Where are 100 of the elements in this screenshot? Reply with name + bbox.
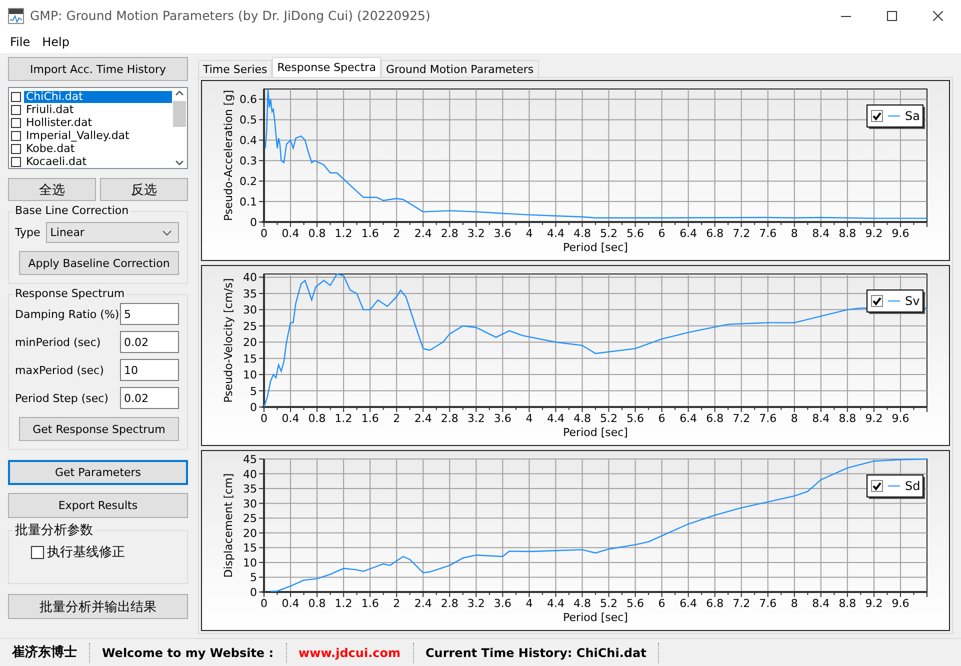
axis-tick-label: 0.1	[240, 196, 257, 209]
menu-item[interactable]: Help	[36, 35, 76, 49]
checkbox[interactable]	[11, 104, 21, 114]
spectrum-button[interactable]: Get Response Spectrum	[19, 417, 179, 441]
checkbox[interactable]	[31, 546, 44, 558]
axis-title: Period [sec]	[563, 611, 628, 624]
maximize-icon[interactable]	[887, 10, 897, 20]
checkbox[interactable]	[11, 156, 21, 166]
checkbox[interactable]	[871, 295, 883, 307]
axis-tick-label: 0	[250, 586, 257, 599]
axis-tick-label: 4	[526, 597, 533, 610]
checkbox[interactable]	[11, 144, 21, 154]
axis-tick-label: 4.4	[546, 412, 564, 425]
axis-tick-label: 4.4	[546, 227, 564, 240]
select-all-button[interactable]: 全选	[8, 178, 96, 201]
axis-tick-label: 1.6	[361, 412, 379, 425]
axis-tick-label: 7.2	[732, 597, 750, 610]
batch-button[interactable]: 批量分析并输出结果	[8, 594, 188, 619]
type-dropdown[interactable]: Linear	[46, 222, 179, 243]
invert-selection-button[interactable]: 反选	[100, 178, 188, 201]
input-field[interactable]: 10	[120, 359, 179, 381]
menu-item[interactable]: File	[4, 35, 36, 49]
axis-tick-label: 2	[393, 227, 400, 240]
legend-label: Sv	[905, 294, 920, 308]
axis-tick-label: 0.4	[282, 412, 300, 425]
axis-tick-label: 5	[250, 571, 257, 584]
tab[interactable]: Ground Motion Parameters	[380, 60, 539, 77]
export-button[interactable]: Export Results	[8, 493, 188, 518]
import-button[interactable]: Import Acc. Time History	[8, 57, 188, 81]
group-title: 批量分析参数	[13, 521, 95, 539]
axis-tick-label: 5	[250, 384, 257, 398]
axis-tick-label: 10	[243, 556, 257, 570]
list-item[interactable]: Kobe.dat	[24, 142, 77, 154]
parameters-button[interactable]: Get Parameters	[8, 460, 188, 485]
list-item[interactable]: Hollister.dat	[24, 116, 94, 128]
app-icon	[8, 8, 24, 24]
axis-tick-label: 25	[243, 320, 257, 333]
close-icon[interactable]	[933, 10, 943, 20]
list-item[interactable]: Friuli.dat	[24, 104, 76, 116]
checkbox[interactable]	[11, 130, 21, 140]
axis-tick-label: 2.8	[440, 597, 458, 610]
legend-label: Sd	[905, 479, 920, 493]
axis-tick-label: 2.4	[414, 412, 432, 425]
axis-tick-label: 8.8	[838, 227, 856, 240]
axis-tick-label: 9.6	[892, 597, 910, 610]
list-item[interactable]: ChiChi.dat	[24, 90, 172, 102]
axis-tick-label: 3.2	[467, 412, 485, 425]
axis-tick-label: 30	[243, 304, 257, 317]
file-list[interactable]: ChiChi.dat Friuli.dat Hollister.dat Imperial_Valley.dat Kobe.dat Kocaeli.dat	[8, 87, 188, 169]
axis-title: Period [sec]	[563, 241, 628, 254]
axis-tick-label: 5.2	[600, 227, 618, 240]
window-title: GMP: Ground Motion Parameters (by Dr. JiDong Cui) (20220925)	[30, 8, 432, 23]
caret-icon	[162, 230, 172, 236]
axis-tick-label: 7.2	[732, 412, 750, 425]
checkbox[interactable]	[871, 110, 883, 122]
axis-title: Pseudo-Velocity [cm/s]	[222, 278, 235, 403]
axis-tick-label: 40	[243, 468, 257, 481]
axis-tick-label: 2.8	[440, 412, 458, 425]
axis-tick-label: 2	[393, 597, 400, 610]
scroll-up-icon[interactable]	[175, 90, 184, 96]
axis-tick-label: 25	[243, 512, 257, 526]
group-title: Base Line Correction	[13, 204, 131, 217]
list-item[interactable]: Imperial_Valley.dat	[24, 130, 132, 142]
axis-tick-label: 4	[526, 227, 533, 240]
axis-tick-label: 1.6	[361, 597, 379, 610]
tab[interactable]: Time Series	[198, 60, 272, 77]
axis-tick-label: 6.8	[706, 597, 724, 610]
axis-tick-label: 3.6	[494, 227, 512, 240]
checkbox[interactable]	[11, 92, 21, 102]
axis-tick-label: 0	[250, 216, 257, 229]
axis-tick-label: 6.4	[680, 597, 698, 610]
scrollbar-thumb[interactable]	[173, 101, 186, 127]
axis-tick-label: 4	[526, 412, 533, 425]
input-field[interactable]: 5	[120, 303, 179, 325]
axis-tick-label: 1.2	[334, 597, 352, 610]
checkbox[interactable]	[11, 118, 21, 128]
apply-button[interactable]: Apply Baseline Correction	[19, 251, 179, 275]
axis-tick-label: 4.8	[574, 412, 591, 425]
axis-title: Displacement [cm]	[222, 473, 235, 578]
scroll-down-icon[interactable]	[175, 160, 184, 166]
axis-tick-label: 0.8	[308, 597, 326, 610]
status-text: Current Time History: ChiChi.dat	[414, 642, 660, 662]
axis-tick-label: 0.4	[240, 134, 257, 148]
list-item[interactable]: Kocaeli.dat	[24, 156, 89, 168]
axis-tick-label: 8.4	[812, 597, 830, 610]
input-field[interactable]: 0.02	[120, 331, 179, 353]
axis-tick-label: 3.2	[467, 227, 485, 240]
website-link[interactable]: www.jdcui.com	[286, 642, 414, 662]
axis-tick-label: 20	[243, 336, 257, 350]
axis-tick-label: 0.4	[282, 597, 300, 610]
axis-tick-label: 2.4	[414, 227, 432, 240]
axis-tick-label: 8	[790, 412, 798, 425]
axis-tick-label: 4.4	[546, 597, 564, 610]
axis-tick-label: 7.6	[759, 227, 777, 240]
axis-tick-label: 3.2	[467, 597, 485, 610]
tab[interactable]: Response Spectra	[272, 57, 381, 77]
axis-tick-label: 8.4	[812, 227, 830, 240]
input-field[interactable]: 0.02	[120, 387, 179, 409]
checkbox[interactable]	[871, 480, 883, 492]
axis-tick-label: 3.6	[494, 412, 512, 425]
